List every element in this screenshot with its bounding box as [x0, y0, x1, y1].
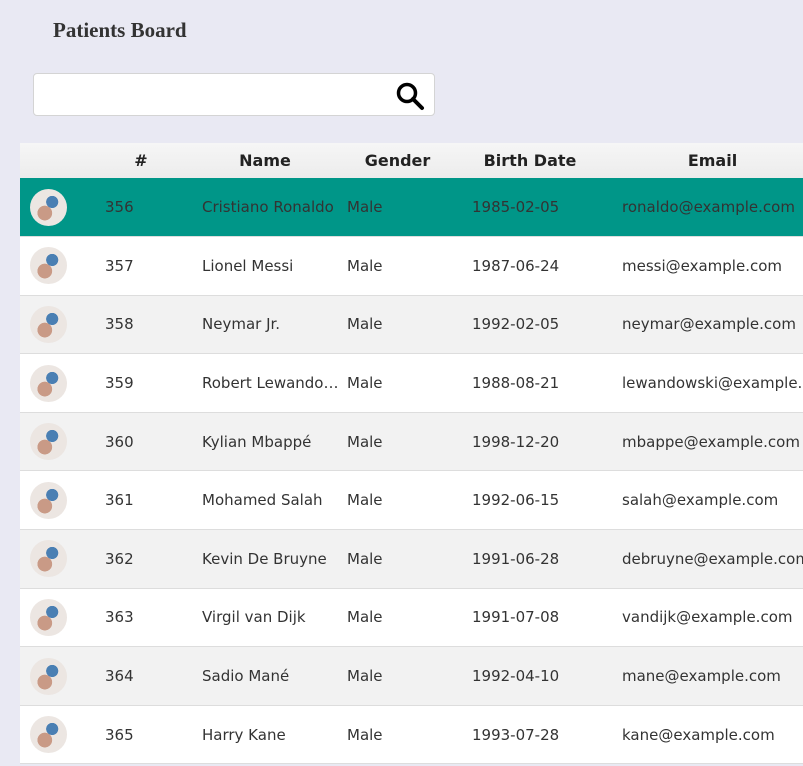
cell-name: Cristiano Ronaldo — [202, 198, 334, 217]
avatar — [30, 598, 67, 636]
cell-birth: 1992-04-10 — [472, 667, 560, 686]
cell-id: 359 — [105, 374, 134, 393]
search-icon[interactable] — [395, 81, 425, 115]
cell-gender: Male — [347, 549, 383, 568]
cell-gender: Male — [347, 315, 383, 334]
column-header[interactable]: Gender — [340, 143, 455, 178]
cell-id: 364 — [105, 667, 134, 686]
cell-birth: 1992-06-15 — [472, 491, 560, 510]
cell-email: salah@example.com — [622, 491, 779, 510]
avatar-cell — [20, 412, 92, 471]
avatar — [30, 247, 67, 285]
cell-id: 357 — [105, 256, 134, 275]
cell-email: kane@example.com — [622, 725, 775, 744]
column-header[interactable]: Birth Date — [455, 143, 605, 178]
cell-gender: Male — [347, 491, 383, 510]
cell-id: 360 — [105, 432, 134, 451]
avatar — [30, 188, 67, 226]
cell-birth: 1998-12-20 — [472, 432, 560, 451]
search-input[interactable] — [42, 74, 392, 114]
cell-birth: 1992-02-05 — [472, 315, 560, 334]
table-row[interactable]: 361 Mohamed Salah Male 1992-06-15 salah@exam… — [20, 470, 803, 530]
table-row[interactable]: 359 Robert Lewandowski Male 1988-08-21 lewan… — [20, 353, 803, 413]
table-row[interactable]: 360 Kylian Mbappé Male 1998-12-20 mbappe@exa… — [20, 412, 803, 471]
column-header[interactable]: Name — [190, 143, 340, 178]
avatar — [30, 481, 67, 519]
avatar-cell — [20, 354, 92, 413]
avatar — [30, 364, 67, 402]
cell-id: 358 — [105, 315, 134, 334]
table-row[interactable]: 357 Lionel Messi Male 1987-06-24 messi@examp… — [20, 236, 803, 296]
search-box[interactable] — [33, 73, 435, 116]
page-title: Patients Board — [53, 18, 187, 42]
cell-email: messi@example.com — [622, 256, 783, 275]
cell-gender: Male — [347, 608, 383, 627]
cell-email: mbappe@example.com — [622, 432, 800, 451]
cell-id: 356 — [105, 198, 134, 217]
cell-gender: Male — [347, 256, 383, 275]
cell-name: Robert Lewandowski — [202, 374, 340, 393]
avatar-cell — [20, 647, 92, 706]
column-header[interactable]: Email — [605, 143, 803, 178]
cell-gender: Male — [347, 198, 383, 217]
cell-id: 361 — [105, 491, 134, 510]
cell-birth: 1991-07-08 — [472, 608, 560, 627]
cell-name: Neymar Jr. — [202, 315, 281, 334]
cell-id: 362 — [105, 549, 134, 568]
column-header[interactable]: # — [92, 143, 190, 178]
table-row[interactable]: 364 Sadio Mané Male 1992-04-10 mane@example.… — [20, 646, 803, 706]
avatar — [30, 716, 67, 754]
avatar — [30, 540, 67, 578]
cell-birth: 1991-06-28 — [472, 549, 560, 568]
avatar-cell — [20, 588, 92, 647]
column-header[interactable] — [20, 143, 92, 178]
cell-email: ronaldo@example.com — [622, 198, 795, 217]
patients-table: # Name Gender Birth Date Email 356 Cristiano … — [20, 143, 803, 764]
cell-birth: 1987-06-24 — [472, 256, 560, 275]
cell-name: Harry Kane — [202, 725, 286, 744]
table-header: # Name Gender Birth Date Email — [20, 143, 803, 178]
cell-gender: Male — [347, 374, 383, 393]
cell-birth: 1985-02-05 — [472, 198, 560, 217]
avatar-cell — [20, 530, 92, 589]
cell-name: Lionel Messi — [202, 256, 294, 275]
cell-gender: Male — [347, 725, 383, 744]
cell-name: Kevin De Bruyne — [202, 549, 327, 568]
cell-email: neymar@example.com — [622, 315, 796, 334]
cell-email: debruyne@example.com — [622, 549, 803, 568]
table-row[interactable]: 362 Kevin De Bruyne Male 1991-06-28 debruyne… — [20, 529, 803, 589]
avatar-cell — [20, 237, 92, 296]
avatar — [30, 305, 67, 343]
cell-name: Mohamed Salah — [202, 491, 323, 510]
cell-email: vandijk@example.com — [622, 608, 793, 627]
cell-birth: 1993-07-28 — [472, 725, 560, 744]
cell-id: 365 — [105, 725, 134, 744]
cell-email: mane@example.com — [622, 667, 781, 686]
cell-name: Virgil van Dijk — [202, 608, 306, 627]
table-row[interactable]: 363 Virgil van Dijk Male 1991-07-08 vandijk@… — [20, 588, 803, 647]
cell-gender: Male — [347, 432, 383, 451]
cell-birth: 1988-08-21 — [472, 374, 560, 393]
cell-gender: Male — [347, 667, 383, 686]
avatar-cell — [20, 705, 92, 764]
avatar-cell — [20, 471, 92, 530]
cell-id: 363 — [105, 608, 134, 627]
cell-name: Kylian Mbappé — [202, 432, 312, 451]
avatar-cell — [20, 295, 92, 354]
cell-name: Sadio Mané — [202, 667, 290, 686]
avatar — [30, 423, 67, 461]
cell-email: lewandowski@example.com — [622, 374, 803, 393]
avatar — [30, 657, 67, 695]
table-row[interactable]: 365 Harry Kane Male 1993-07-28 kane@example.… — [20, 705, 803, 764]
table-row[interactable]: 356 Cristiano Ronaldo Male 1985-02-05 ronald… — [20, 178, 803, 237]
table-row[interactable]: 358 Neymar Jr. Male 1992-02-05 neymar@exampl… — [20, 295, 803, 354]
avatar-cell — [20, 178, 92, 237]
